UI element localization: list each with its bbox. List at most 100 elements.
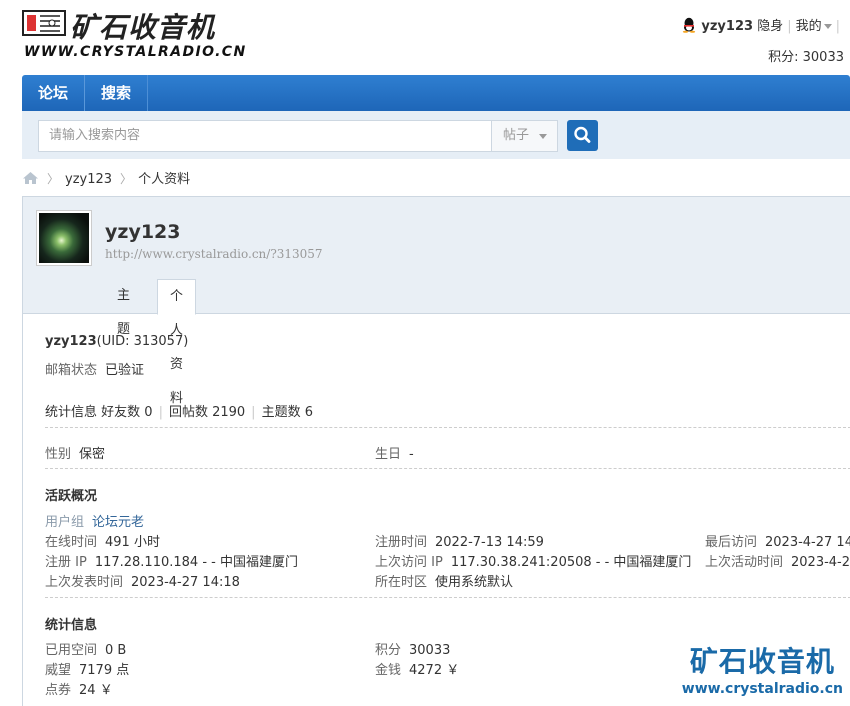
reg-ip-row: 注册 IP 117.28.110.184 - - 中国福建厦门 [45, 551, 298, 570]
reg-time-value: 2022-7-13 14:59 [435, 535, 544, 550]
replies-count[interactable]: 回帖数 2190 [169, 405, 245, 420]
friends-count[interactable]: 好友数 0 [101, 405, 152, 420]
search-input[interactable]: 请输入搜索内容 [38, 120, 491, 152]
last-active-value: 2023-4-2 [791, 555, 850, 570]
reg-time-row: 注册时间 2022-7-13 14:59 [375, 531, 544, 550]
reg-ip-label: 注册 IP [45, 555, 87, 570]
last-visit-row: 最后访问 2023-4-27 14: [705, 531, 850, 550]
prestige-row: 威望 7179 点 [45, 659, 129, 678]
username-link[interactable]: yzy123 [701, 19, 753, 34]
last-ip-value: 117.30.38.241:20508 - - 中国福建厦门 [450, 555, 692, 570]
money-row: 金钱 4272 ￥ [375, 659, 459, 678]
timezone-label: 所在时区 [375, 575, 428, 590]
nav-forum[interactable]: 论坛 [22, 75, 86, 111]
breadcrumb-arrow-icon: 〉 [47, 172, 60, 186]
breadcrumb-user[interactable]: yzy123 [65, 172, 112, 187]
stats-title: 统计信息 [45, 618, 98, 633]
gender-value: 保密 [79, 447, 106, 462]
divider: | [835, 19, 840, 34]
radio-logo-icon [22, 10, 66, 36]
divider [45, 468, 850, 469]
timezone-value: 使用系统默认 [435, 575, 514, 590]
profile-name: yzy123 [105, 221, 181, 243]
timezone-row: 所在时区 使用系统默认 [375, 571, 513, 590]
gender-label: 性别 [45, 447, 72, 462]
usergroup-link[interactable]: 论坛元老 [92, 515, 144, 530]
tab-threads[interactable]: 主题 [105, 279, 142, 337]
chevron-down-icon [823, 24, 832, 29]
birthday-row: 生日 - [375, 443, 414, 462]
logo-url: WWW.CRYSTALRADIO.CN [24, 44, 247, 60]
prestige-value: 7179 点 [79, 663, 130, 678]
online-row: 在线时间 491 小时 [45, 531, 160, 550]
usergroup-label: 用户组 [45, 515, 85, 530]
email-label: 邮箱状态 [45, 363, 98, 378]
money-label: 金钱 [375, 663, 402, 678]
online-value: 491 小时 [105, 535, 160, 550]
watermark: 矿石收音机 www.crystalradio.cn [682, 645, 843, 699]
main-nav: 论坛 搜索 [22, 75, 850, 111]
tab-profile[interactable]: 个人资料 [157, 279, 197, 406]
profile-panel: yzy123 http://www.crystalradio.cn/?31305… [22, 196, 850, 706]
divider [45, 597, 850, 598]
qq-icon [683, 17, 696, 33]
divider: | [158, 405, 163, 420]
email-value: 已验证 [105, 363, 145, 378]
my-menu-label: 我的 [795, 19, 822, 34]
space-row: 已用空间 0 B [45, 639, 126, 658]
home-icon[interactable] [22, 171, 39, 185]
divider: | [251, 405, 256, 420]
money-value: 4272 ￥ [409, 663, 460, 678]
my-menu[interactable]: 我的 [796, 19, 832, 34]
threads-count[interactable]: 主题数 6 [262, 405, 313, 420]
search-icon [574, 126, 591, 143]
site-logo[interactable]: 矿石收音机 WWW.CRYSTALRADIO.CN [22, 6, 245, 62]
breadcrumb: 〉 yzy123 〉个人资料 [22, 168, 191, 187]
watermark-url: www.crystalradio.cn [681, 681, 843, 697]
avatar[interactable] [36, 210, 92, 266]
last-post-value: 2023-4-27 14:18 [131, 575, 240, 590]
breadcrumb-current: 个人资料 [138, 172, 191, 187]
divider: | [787, 19, 792, 34]
nav-search[interactable]: 搜索 [85, 75, 149, 111]
search-type-select[interactable]: 帖子 [491, 120, 558, 152]
last-post-row: 上次发表时间 2023-4-27 14:18 [45, 571, 240, 590]
birthday-value: - [409, 447, 414, 462]
activity-title: 活跃概况 [45, 489, 98, 504]
usergroup-row: 用户组 论坛元老 [45, 511, 144, 530]
email-status: 邮箱状态 已验证 [45, 359, 144, 378]
logo-title: 矿石收音机 [70, 11, 216, 44]
chevron-down-icon [539, 134, 547, 139]
last-ip-row: 上次访问 IP 117.30.38.241:20508 - - 中国福建厦门 [375, 551, 691, 570]
user-nav: yzy123 隐身 | 我的 | [681, 15, 844, 34]
credits-link[interactable]: 积分: 30033 [768, 46, 844, 65]
last-visit-label: 最后访问 [705, 535, 758, 550]
divider [45, 427, 850, 428]
last-active-row: 上次活动时间 2023-4-2 [705, 551, 850, 570]
reg-time-label: 注册时间 [375, 535, 428, 550]
credits-row: 积分 30033 [375, 639, 450, 658]
space-label: 已用空间 [45, 643, 98, 658]
coupon-value: 24 ￥ [79, 683, 113, 698]
uid-line: yzy123(UID: 313057) [45, 334, 188, 349]
reg-ip-value: 117.28.110.184 - - 中国福建厦门 [94, 555, 298, 570]
credits-value: 30033 [409, 643, 451, 658]
last-active-label: 上次活动时间 [705, 555, 784, 570]
watermark-title: 矿石收音机 [689, 645, 835, 678]
last-post-label: 上次发表时间 [45, 575, 124, 590]
search-type-label: 帖子 [503, 128, 530, 143]
birthday-label: 生日 [375, 447, 402, 462]
last-ip-label: 上次访问 IP [375, 555, 443, 570]
coupon-row: 点券 24 ￥ [45, 679, 113, 698]
profile-url[interactable]: http://www.crystalradio.cn/?313057 [105, 247, 323, 261]
stats-line: 统计信息 好友数 0 | 回帖数 2190 | 主题数 6 [45, 401, 313, 420]
prestige-label: 威望 [45, 663, 72, 678]
coupon-label: 点券 [45, 683, 72, 698]
profile-header: yzy123 http://www.crystalradio.cn/?31305… [23, 197, 850, 406]
invisible-toggle[interactable]: 隐身 [757, 19, 783, 34]
online-label: 在线时间 [45, 535, 98, 550]
search-button[interactable] [567, 120, 598, 151]
avatar-image [39, 213, 89, 263]
space-value: 0 B [105, 643, 127, 658]
uid-value: (UID: 313057) [96, 334, 189, 349]
